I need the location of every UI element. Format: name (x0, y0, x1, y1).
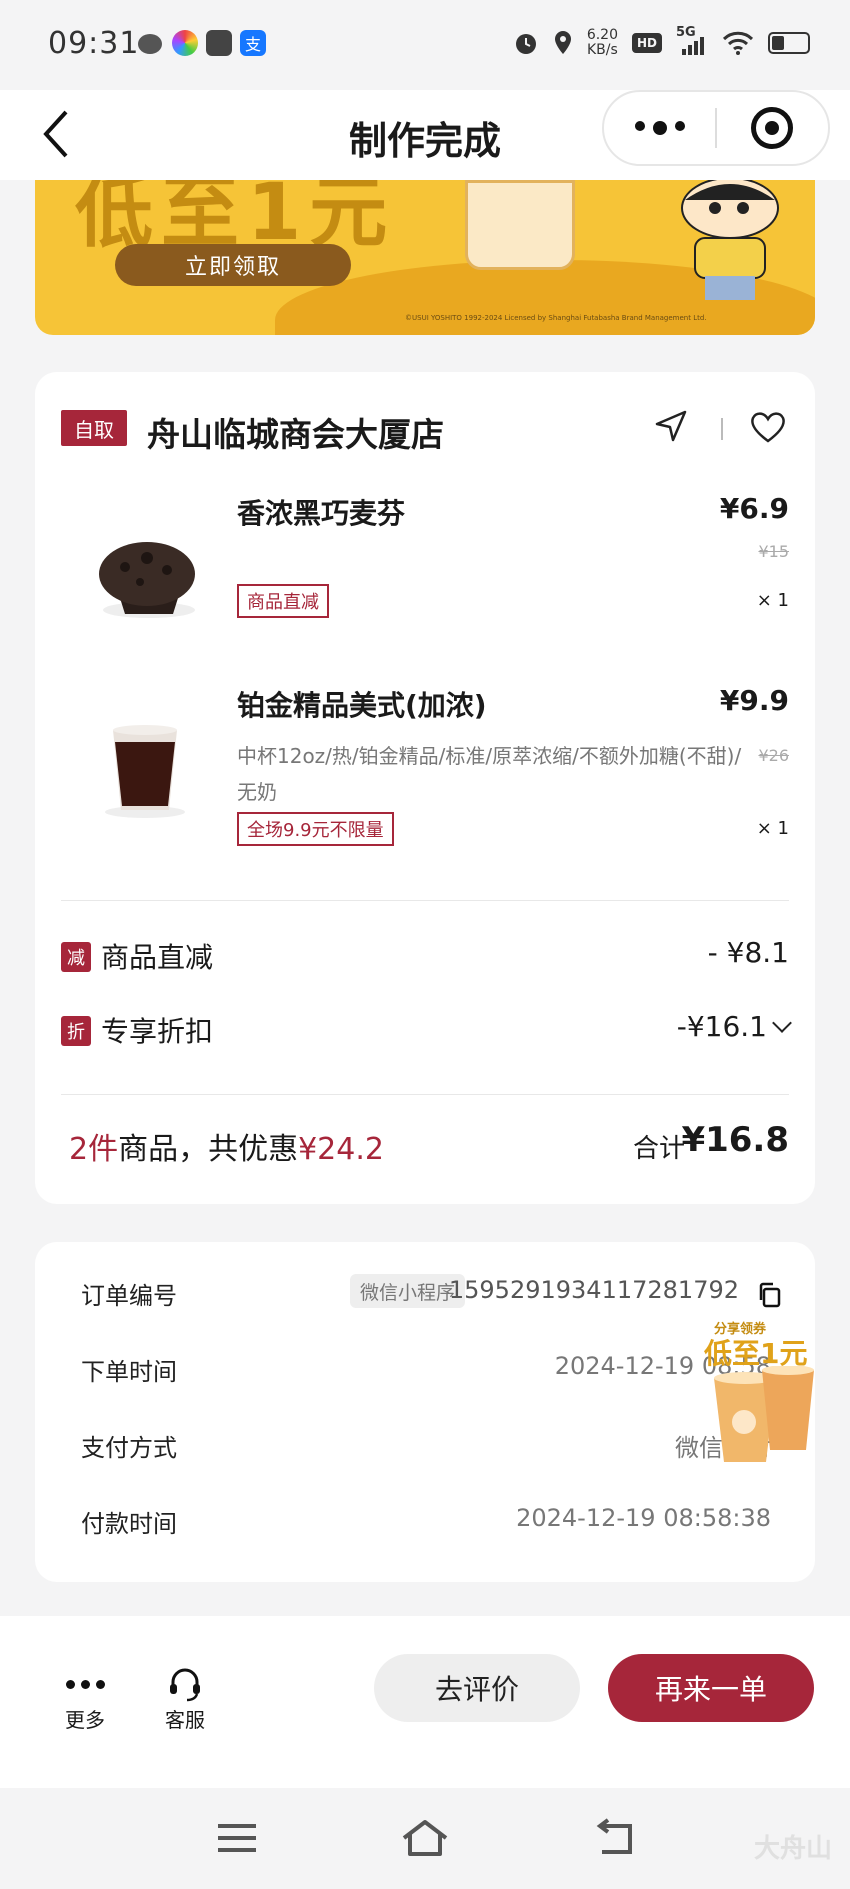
copy-icon[interactable] (757, 1282, 781, 1308)
discount-amount-wrap: -¥16.1 (676, 1010, 792, 1043)
more-button[interactable]: 更多 (50, 1664, 120, 1733)
discount-amount: - ¥8.1 (707, 936, 789, 969)
message-app-icon (206, 30, 232, 56)
discount-badge: 减 (61, 942, 91, 972)
exclusive-discount-row[interactable]: 折 专享折扣 -¥16.1 (61, 1010, 792, 1050)
discount-label: 专享折扣 (101, 1015, 214, 1048)
status-bar: 09:31 支 6.20 KB/s HD 5G (0, 0, 850, 90)
headset-icon (150, 1664, 220, 1704)
americano-image (105, 725, 185, 818)
channel-tag: 微信小程序 (349, 1274, 465, 1308)
total-amount: ¥16.8 (681, 1120, 789, 1160)
savings-text: 商品，共优惠 (118, 1132, 299, 1167)
pay-time-label: 付款时间 (81, 1510, 177, 1538)
discount-label: 商品直减 (101, 941, 214, 974)
order-number-row: 订单编号 微信小程序 1595291934117281792 (81, 1274, 781, 1316)
license-text: ©USUI YOSHITO 1992-2024 Licensed by Shan… (405, 314, 707, 322)
list-item[interactable]: 铂金精品美式(加浓) ¥9.9 中杯12oz/热/铂金精品/标准/原萃浓缩/不额… (35, 684, 815, 846)
divider (61, 900, 789, 901)
reorder-button[interactable]: 再来一单 (608, 1654, 814, 1722)
chevron-down-icon[interactable] (772, 1013, 792, 1033)
more-label: 更多 (65, 1708, 105, 1732)
signal-5g-icon: 5G (676, 25, 708, 57)
pay-time-value: 2024-12-19 08:58:38 (516, 1504, 771, 1532)
home-icon[interactable] (400, 1816, 450, 1860)
item-price: ¥6.9 (719, 492, 789, 525)
savings-summary: 2件商品，共优惠¥24.2 (69, 1124, 384, 1168)
order-info-card: 订单编号 微信小程序 1595291934117281792 下单时间 2024… (35, 1242, 815, 1582)
item-name: 香浓黑巧麦芬 (237, 497, 406, 530)
wechat-icon (138, 34, 162, 54)
discount-badge: 折 (61, 1016, 91, 1046)
order-number-label: 订单编号 (81, 1282, 177, 1310)
muffin-image (99, 542, 195, 618)
more-dots-icon[interactable] (604, 121, 715, 135)
savings-amount: ¥24.2 (298, 1132, 384, 1167)
float-ad-cups-illustration (714, 1366, 814, 1462)
pay-time-row: 付款时间 2024-12-19 08:58:38 (81, 1504, 771, 1544)
item-quantity: × 1 (756, 818, 789, 839)
pickup-tag: 自取 (61, 410, 127, 446)
store-name: 舟山临城商会大厦店 (147, 415, 444, 454)
nav-bar: 制作完成 (0, 90, 850, 180)
back-icon[interactable] (590, 1816, 640, 1860)
divider (61, 1094, 789, 1095)
pinwheel-icon (172, 30, 198, 56)
favorite-heart-icon[interactable] (749, 410, 787, 444)
promo-banner[interactable]: 低至1元 立即领取 ©USUI YOSHITO 1992-2024 Licens… (35, 180, 815, 335)
item-name: 铂金精品美式(加浓) (237, 689, 487, 722)
total-label: 合计 (633, 1134, 686, 1164)
bottom-action-bar: 更多 客服 去评价 再来一单 (0, 1616, 850, 1788)
order-time-label: 下单时间 (81, 1358, 177, 1386)
hd-icon: HD (631, 33, 662, 53)
order-number-value: 1595291934117281792 (448, 1276, 739, 1304)
service-label: 客服 (165, 1708, 205, 1732)
alipay-icon: 支 (240, 30, 266, 56)
menu-icon[interactable] (212, 1816, 262, 1860)
location-icon (554, 31, 571, 54)
coffee-cup-illustration (465, 180, 575, 270)
icon-divider (721, 418, 723, 440)
customer-service-button[interactable]: 客服 (150, 1664, 220, 1733)
list-item[interactable]: 香浓黑巧麦芬 ¥6.9 ¥15 商品直减 × 1 (35, 492, 815, 652)
alarm-icon (515, 34, 536, 54)
navigation-arrow-icon[interactable] (653, 408, 689, 444)
claim-coupon-button[interactable]: 立即领取 (115, 244, 351, 286)
item-promo-tag: 商品直减 (237, 584, 329, 618)
review-button[interactable]: 去评价 (374, 1654, 580, 1722)
item-price: ¥9.9 (719, 684, 789, 717)
order-time-row: 下单时间 2024-12-19 08:58 (81, 1352, 771, 1392)
item-quantity: × 1 (756, 590, 789, 611)
pay-method-row: 支付方式 微信支付 (81, 1428, 771, 1468)
close-miniprogram-icon[interactable] (717, 107, 828, 149)
order-items-card: 自取 舟山临城商会大厦店 香浓黑巧麦芬 ¥6.9 ¥15 商品直减 × 1 铂金… (35, 372, 815, 1204)
more-dots-icon (50, 1664, 120, 1704)
system-nav-bar: 大舟山 (0, 1788, 850, 1889)
clock: 09:31 (48, 26, 140, 61)
pay-method-label: 支付方式 (81, 1434, 177, 1462)
discount-amount: -¥16.1 (676, 1010, 767, 1043)
item-original-price: ¥15 (758, 542, 789, 561)
item-original-price: ¥26 (758, 746, 789, 765)
item-promo-tag: 全场9.9元不限量 (237, 812, 394, 846)
watermark-text: 大舟山 (753, 1834, 832, 1864)
share-coupon-float-ad[interactable]: 分享领券 低至1元 (700, 1318, 830, 1468)
cartoon-character-illustration (681, 180, 779, 300)
item-count: 2件 (69, 1132, 119, 1167)
item-spec: 中杯12oz/热/铂金精品/标准/原萃浓缩/不额外加糖(不甜)/无奶 (237, 744, 742, 804)
net-speed: 6.20 KB/s (586, 27, 618, 58)
discount-row: 减 商品直减 - ¥8.1 (61, 936, 789, 976)
wifi-icon (722, 31, 754, 55)
battery-icon (768, 32, 810, 54)
miniprogram-capsule (602, 90, 830, 166)
